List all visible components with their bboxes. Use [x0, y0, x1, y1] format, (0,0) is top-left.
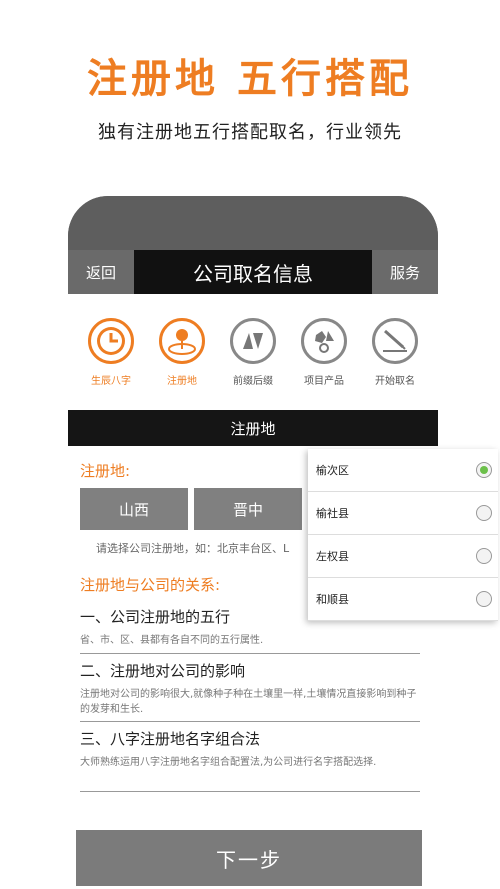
step-location[interactable]: 注册地 [149, 318, 215, 408]
radio-icon[interactable] [476, 548, 492, 564]
step-progress: 生辰八字 注册地 前缀后缀 项目产品 开始取名 [68, 318, 438, 408]
triangles-icon [230, 318, 276, 364]
promo-title: 注册地 五行搭配 [87, 56, 413, 102]
info-desc: 大师熟练运用八字注册地名字组合配置法,为公司进行名字搭配选择. [80, 757, 377, 768]
shapes-icon [301, 318, 347, 364]
registration-label: 注册地: [80, 462, 131, 480]
step-project[interactable]: 项目产品 [291, 318, 357, 408]
pen-icon [372, 318, 418, 364]
step-label: 生辰八字 [91, 376, 131, 387]
step-label: 开始取名 [375, 376, 415, 387]
step-label: 注册地 [167, 376, 197, 387]
app-header: 返回 公司取名信息 服务 [68, 250, 438, 294]
info-desc: 注册地对公司的影响很大,就像种子种在土壤里一样,土壤情况直接影响到种子的发芽和生… [80, 689, 417, 715]
service-button[interactable]: 服务 [372, 250, 438, 294]
info-item: 二、注册地对公司的影响 注册地对公司的影响很大,就像种子种在土壤里一样,土壤情况… [80, 660, 420, 722]
radio-icon[interactable] [476, 591, 492, 607]
info-desc: 省、市、区、县都有各自不同的五行属性. [80, 635, 264, 646]
radio-icon[interactable] [476, 505, 492, 521]
dropdown-option[interactable]: 榆社县 [308, 492, 498, 535]
radio-selected-icon[interactable] [476, 462, 492, 478]
clock-icon [88, 318, 134, 364]
registration-hint: 请选择公司注册地，如：北京丰台区、L [96, 542, 290, 555]
promo-subtitle: 独有注册地五行搭配取名，行业领先 [98, 122, 402, 143]
info-title: 二、注册地对公司的影响 [80, 662, 246, 680]
location-pin-icon [159, 318, 205, 364]
info-title: 三、八字注册地名字组合法 [80, 730, 261, 748]
option-label: 左权县 [316, 550, 349, 563]
city-select[interactable]: 晋中 [194, 488, 302, 530]
step-prefix-suffix[interactable]: 前缀后缀 [220, 318, 286, 408]
next-step-button[interactable]: 下一步 [76, 830, 422, 886]
info-item: 三、八字注册地名字组合法 大师熟练运用八字注册地名字组合配置法,为公司进行名字搭… [80, 728, 420, 792]
option-label: 榆次区 [316, 464, 349, 477]
dropdown-option[interactable]: 榆次区 [308, 449, 498, 492]
district-dropdown: 榆次区 榆社县 左权县 和顺县 [308, 449, 498, 621]
step-start[interactable]: 开始取名 [362, 318, 428, 408]
back-button[interactable]: 返回 [68, 250, 134, 294]
dropdown-option[interactable]: 和顺县 [308, 578, 498, 621]
step-label: 项目产品 [304, 376, 344, 387]
section-bar: 注册地 [68, 410, 438, 446]
option-label: 和顺县 [316, 593, 349, 606]
phone-top-bezel [68, 196, 438, 250]
step-label: 前缀后缀 [233, 376, 273, 387]
page-title: 公司取名信息 [193, 261, 313, 286]
province-select[interactable]: 山西 [80, 488, 188, 530]
dropdown-option[interactable]: 左权县 [308, 535, 498, 578]
option-label: 榆社县 [316, 507, 349, 520]
relation-label: 注册地与公司的关系: [80, 576, 221, 594]
step-birth[interactable]: 生辰八字 [78, 318, 144, 408]
